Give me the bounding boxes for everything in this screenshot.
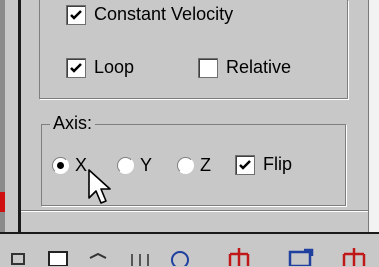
- mouse-cursor-icon: [88, 169, 111, 204]
- checkmark-icon: [239, 159, 251, 170]
- red-marker: [0, 192, 5, 212]
- zoom-icon[interactable]: [168, 244, 194, 266]
- axis-z-label: Z: [200, 155, 211, 175]
- axis-y-radio[interactable]: [117, 157, 134, 174]
- left-edge-strip: [0, 0, 5, 232]
- checkmark-icon: [70, 62, 82, 73]
- scrollbar-edge[interactable]: [368, 0, 379, 232]
- loop-checkbox[interactable]: [66, 57, 86, 78]
- flip-label: Flip: [263, 154, 293, 174]
- axis-z-radio[interactable]: [177, 157, 194, 174]
- relative-checkbox[interactable]: [198, 57, 218, 78]
- relative-row[interactable]: Relative: [198, 57, 291, 78]
- toolbar-icon-3[interactable]: [86, 244, 110, 266]
- axis-y-label: Y: [140, 155, 153, 175]
- constant-velocity-row[interactable]: Constant Velocity: [66, 4, 233, 25]
- flip-checkbox[interactable]: [235, 154, 255, 175]
- separator-bars-icon[interactable]: [126, 244, 158, 266]
- grid-red-icon-2[interactable]: [340, 244, 370, 266]
- grid-red-icon[interactable]: [226, 244, 252, 266]
- loop-label: Loop: [94, 57, 135, 77]
- radio-dot: [57, 162, 64, 169]
- axis-x-label: X: [75, 155, 88, 175]
- select-box-icon[interactable]: [46, 244, 72, 266]
- axis-y-row[interactable]: Y: [117, 155, 152, 176]
- axis-x-row[interactable]: X: [52, 155, 87, 176]
- viewport-icon[interactable]: [286, 244, 316, 266]
- panel-separator: [21, 210, 368, 211]
- flip-row[interactable]: Flip: [235, 154, 292, 175]
- constant-velocity-label: Constant Velocity: [94, 4, 234, 24]
- path-constraint-panel: Constant Velocity Loop Relative Axis: X …: [21, 0, 368, 206]
- toolbar-icon-1[interactable]: [10, 244, 30, 266]
- constant-velocity-checkbox[interactable]: [66, 4, 86, 25]
- axis-z-row[interactable]: Z: [177, 155, 211, 176]
- loop-row[interactable]: Loop: [66, 57, 134, 78]
- toolbar: [0, 232, 379, 267]
- axis-x-radio[interactable]: [52, 157, 69, 174]
- relative-label: Relative: [226, 57, 292, 77]
- checkmark-icon: [70, 9, 82, 20]
- path-options-group: Constant Velocity Loop Relative: [39, 0, 348, 99]
- axis-legend: Axis:: [50, 113, 96, 134]
